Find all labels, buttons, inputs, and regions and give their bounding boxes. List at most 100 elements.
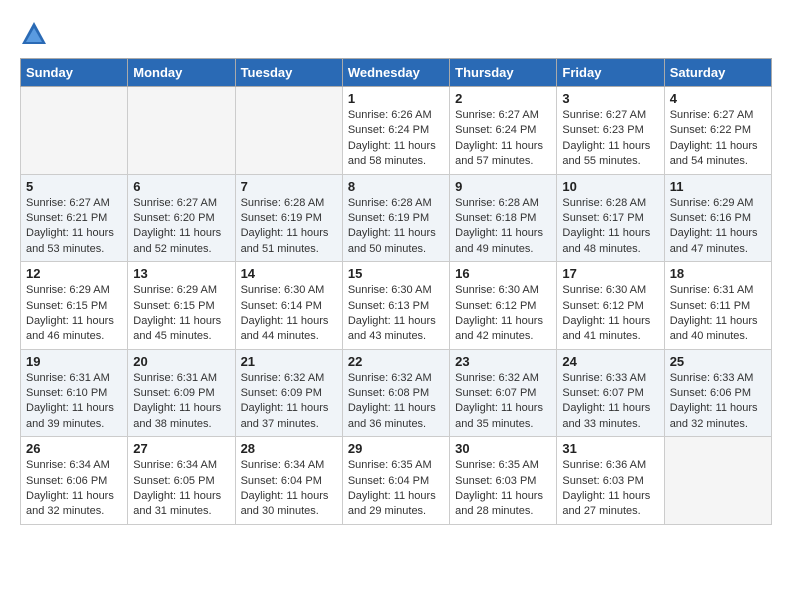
calendar-cell: 26Sunrise: 6:34 AMSunset: 6:06 PMDayligh… — [21, 437, 128, 525]
calendar-cell: 20 Sunrise: 6:31 AMSunset: 6:09 PMDayligh… — [128, 349, 235, 437]
calendar-cell: 22 Sunrise: 6:32 AMSunset: 6:08 PMDayligh… — [342, 349, 449, 437]
calendar-cell: 15 Sunrise: 6:30 AMSunset: 6:13 PMDayligh… — [342, 262, 449, 350]
day-info: Sunrise: 6:31 AMSunset: 6:09 PMDaylight:… — [133, 371, 229, 433]
weekday-header-sunday: Sunday — [21, 59, 128, 87]
calendar-cell: 16 Sunrise: 6:30 AMSunset: 6:12 PMDayligh… — [450, 262, 557, 350]
day-number: 23 — [455, 354, 551, 369]
calendar-cell: 18 Sunrise: 6:31 AMSunset: 6:11 PMDayligh… — [664, 262, 771, 350]
day-number: 29 — [348, 441, 444, 456]
calendar-cell: 11Sunrise: 6:29 AMSunset: 6:16 PMDayligh… — [664, 174, 771, 262]
page-header — [20, 20, 772, 48]
day-info: Sunrise: 6:28 AMSunset: 6:19 PMDaylight:… — [348, 196, 444, 258]
calendar-cell: 14 Sunrise: 6:30 AMSunset: 6:14 PMDayligh… — [235, 262, 342, 350]
day-info: Sunrise: 6:30 AMSunset: 6:13 PMDaylight:… — [348, 283, 444, 345]
day-number: 26 — [26, 441, 122, 456]
calendar-cell — [128, 87, 235, 175]
calendar-row-4: 26Sunrise: 6:34 AMSunset: 6:06 PMDayligh… — [21, 437, 772, 525]
calendar-row-3: 19 Sunrise: 6:31 AMSunset: 6:10 PMDayligh… — [21, 349, 772, 437]
day-number: 30 — [455, 441, 551, 456]
day-number: 7 — [241, 179, 337, 194]
day-number: 10 — [562, 179, 658, 194]
calendar-cell: 25 Sunrise: 6:33 AMSunset: 6:06 PMDayligh… — [664, 349, 771, 437]
day-number: 25 — [670, 354, 766, 369]
calendar-cell — [664, 437, 771, 525]
day-number: 21 — [241, 354, 337, 369]
weekday-header-thursday: Thursday — [450, 59, 557, 87]
day-number: 22 — [348, 354, 444, 369]
day-number: 14 — [241, 266, 337, 281]
day-info: Sunrise: 6:27 AMSunset: 6:20 PMDaylight:… — [133, 196, 229, 258]
day-info: Sunrise: 6:32 AMSunset: 6:08 PMDaylight:… — [348, 371, 444, 433]
day-number: 27 — [133, 441, 229, 456]
calendar-cell: 10 Sunrise: 6:28 AMSunset: 6:17 PMDayligh… — [557, 174, 664, 262]
weekday-header-friday: Friday — [557, 59, 664, 87]
day-number: 1 — [348, 91, 444, 106]
day-number: 28 — [241, 441, 337, 456]
calendar-cell: 17 Sunrise: 6:30 AMSunset: 6:12 PMDayligh… — [557, 262, 664, 350]
day-info: Sunrise: 6:36 AMSunset: 6:03 PMDaylight:… — [562, 458, 658, 520]
calendar-cell: 23 Sunrise: 6:32 AMSunset: 6:07 PMDayligh… — [450, 349, 557, 437]
calendar-cell: 28 Sunrise: 6:34 AMSunset: 6:04 PMDayligh… — [235, 437, 342, 525]
calendar-cell: 8 Sunrise: 6:28 AMSunset: 6:19 PMDaylight… — [342, 174, 449, 262]
day-number: 16 — [455, 266, 551, 281]
weekday-header-monday: Monday — [128, 59, 235, 87]
day-number: 4 — [670, 91, 766, 106]
calendar-cell: 1 Sunrise: 6:26 AMSunset: 6:24 PMDaylight… — [342, 87, 449, 175]
logo — [20, 20, 52, 48]
day-info: Sunrise: 6:29 AMSunset: 6:15 PMDaylight:… — [26, 283, 122, 345]
calendar-cell: 3 Sunrise: 6:27 AMSunset: 6:23 PMDaylight… — [557, 87, 664, 175]
calendar-table: SundayMondayTuesdayWednesdayThursdayFrid… — [20, 58, 772, 525]
calendar-cell: 19 Sunrise: 6:31 AMSunset: 6:10 PMDayligh… — [21, 349, 128, 437]
calendar-cell: 24Sunrise: 6:33 AMSunset: 6:07 PMDayligh… — [557, 349, 664, 437]
calendar-cell: 31 Sunrise: 6:36 AMSunset: 6:03 PMDayligh… — [557, 437, 664, 525]
day-info: Sunrise: 6:34 AMSunset: 6:05 PMDaylight:… — [133, 458, 229, 520]
day-info: Sunrise: 6:30 AMSunset: 6:12 PMDaylight:… — [455, 283, 551, 345]
day-number: 20 — [133, 354, 229, 369]
calendar-cell: 30 Sunrise: 6:35 AMSunset: 6:03 PMDayligh… — [450, 437, 557, 525]
calendar-cell: 27 Sunrise: 6:34 AMSunset: 6:05 PMDayligh… — [128, 437, 235, 525]
day-info: Sunrise: 6:30 AMSunset: 6:14 PMDaylight:… — [241, 283, 337, 345]
calendar-cell: 9Sunrise: 6:28 AMSunset: 6:18 PMDaylight… — [450, 174, 557, 262]
day-info: Sunrise: 6:27 AMSunset: 6:21 PMDaylight:… — [26, 196, 122, 258]
day-info: Sunrise: 6:35 AMSunset: 6:04 PMDaylight:… — [348, 458, 444, 520]
day-number: 17 — [562, 266, 658, 281]
day-info: Sunrise: 6:31 AMSunset: 6:11 PMDaylight:… — [670, 283, 766, 345]
day-info: Sunrise: 6:32 AMSunset: 6:07 PMDaylight:… — [455, 371, 551, 433]
day-number: 6 — [133, 179, 229, 194]
day-info: Sunrise: 6:27 AMSunset: 6:24 PMDaylight:… — [455, 108, 551, 170]
calendar-cell: 5Sunrise: 6:27 AMSunset: 6:21 PMDaylight… — [21, 174, 128, 262]
calendar-cell: 6 Sunrise: 6:27 AMSunset: 6:20 PMDaylight… — [128, 174, 235, 262]
day-info: Sunrise: 6:35 AMSunset: 6:03 PMDaylight:… — [455, 458, 551, 520]
day-info: Sunrise: 6:28 AMSunset: 6:17 PMDaylight:… — [562, 196, 658, 258]
day-number: 31 — [562, 441, 658, 456]
day-number: 8 — [348, 179, 444, 194]
day-info: Sunrise: 6:27 AMSunset: 6:23 PMDaylight:… — [562, 108, 658, 170]
logo-icon — [20, 20, 48, 48]
weekday-header-saturday: Saturday — [664, 59, 771, 87]
calendar-row-0: 1 Sunrise: 6:26 AMSunset: 6:24 PMDaylight… — [21, 87, 772, 175]
day-number: 18 — [670, 266, 766, 281]
day-info: Sunrise: 6:27 AMSunset: 6:22 PMDaylight:… — [670, 108, 766, 170]
day-info: Sunrise: 6:28 AMSunset: 6:18 PMDaylight:… — [455, 196, 551, 258]
calendar-cell — [21, 87, 128, 175]
calendar-cell: 2Sunrise: 6:27 AMSunset: 6:24 PMDaylight… — [450, 87, 557, 175]
day-info: Sunrise: 6:26 AMSunset: 6:24 PMDaylight:… — [348, 108, 444, 170]
day-number: 24 — [562, 354, 658, 369]
day-info: Sunrise: 6:29 AMSunset: 6:15 PMDaylight:… — [133, 283, 229, 345]
day-info: Sunrise: 6:34 AMSunset: 6:04 PMDaylight:… — [241, 458, 337, 520]
day-number: 13 — [133, 266, 229, 281]
day-number: 3 — [562, 91, 658, 106]
calendar-cell: 4 Sunrise: 6:27 AMSunset: 6:22 PMDaylight… — [664, 87, 771, 175]
calendar-row-2: 12Sunrise: 6:29 AMSunset: 6:15 PMDayligh… — [21, 262, 772, 350]
day-info: Sunrise: 6:31 AMSunset: 6:10 PMDaylight:… — [26, 371, 122, 433]
day-info: Sunrise: 6:30 AMSunset: 6:12 PMDaylight:… — [562, 283, 658, 345]
day-info: Sunrise: 6:33 AMSunset: 6:06 PMDaylight:… — [670, 371, 766, 433]
calendar-cell: 13 Sunrise: 6:29 AMSunset: 6:15 PMDayligh… — [128, 262, 235, 350]
day-number: 19 — [26, 354, 122, 369]
calendar-row-1: 5Sunrise: 6:27 AMSunset: 6:21 PMDaylight… — [21, 174, 772, 262]
day-info: Sunrise: 6:29 AMSunset: 6:16 PMDaylight:… — [670, 196, 766, 258]
day-info: Sunrise: 6:28 AMSunset: 6:19 PMDaylight:… — [241, 196, 337, 258]
weekday-header-row: SundayMondayTuesdayWednesdayThursdayFrid… — [21, 59, 772, 87]
day-number: 15 — [348, 266, 444, 281]
day-info: Sunrise: 6:32 AMSunset: 6:09 PMDaylight:… — [241, 371, 337, 433]
